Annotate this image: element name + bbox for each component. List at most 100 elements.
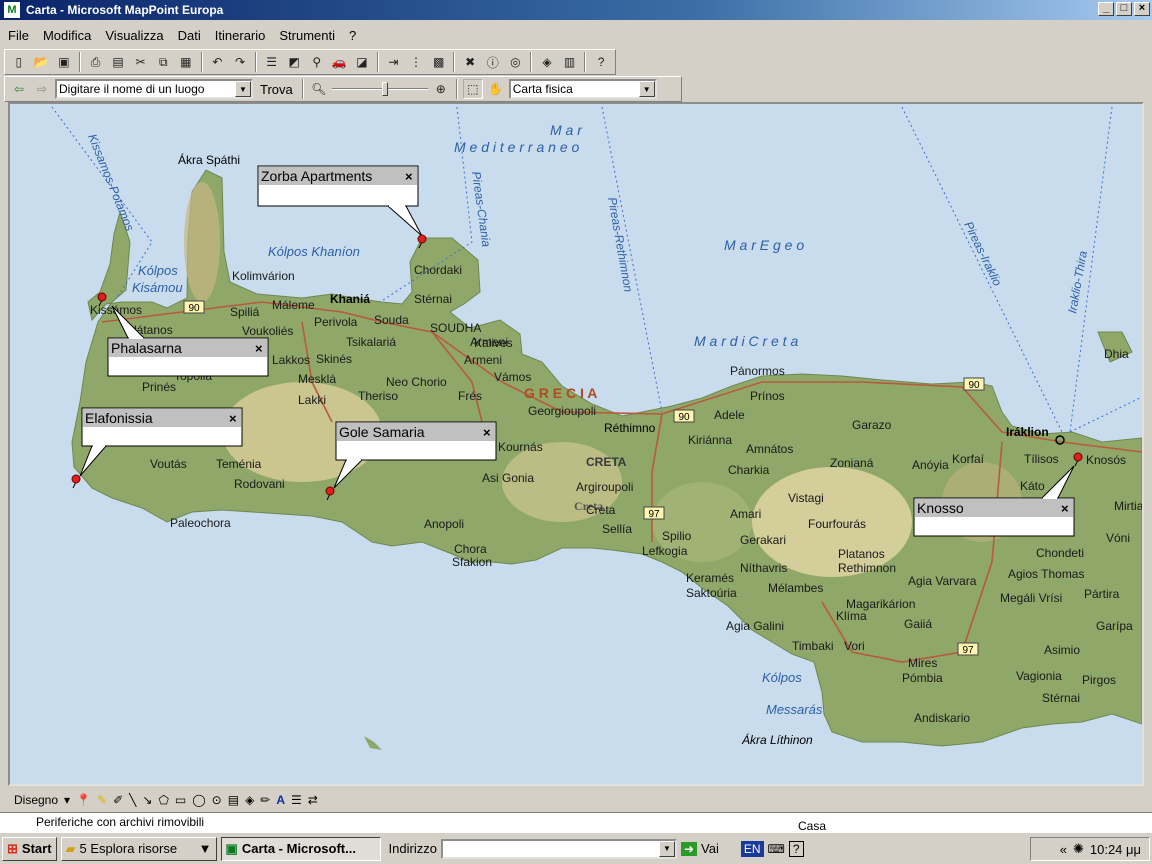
place-label: Pirgos: [1082, 673, 1116, 687]
zoom-slider[interactable]: [331, 82, 428, 96]
zoom-slider-thumb[interactable]: [381, 82, 388, 96]
menu-modifica[interactable]: Modifica: [43, 28, 91, 43]
map-style-combobox[interactable]: Carta fisica ▼: [508, 79, 657, 99]
textbox-icon[interactable]: ▤: [228, 793, 239, 807]
redo-icon[interactable]: ↷: [230, 52, 250, 72]
cut-icon[interactable]: ✂: [131, 52, 151, 72]
chevron-down-icon[interactable]: ▾: [64, 793, 70, 807]
go-arrow-icon[interactable]: ➜: [680, 841, 698, 856]
information-icon[interactable]: ⓘ: [483, 52, 503, 72]
arrow-icon[interactable]: ↘: [142, 793, 152, 807]
rectangle-icon[interactable]: ▭: [175, 793, 186, 807]
undo-icon[interactable]: ↶: [208, 52, 228, 72]
menu-file[interactable]: File: [8, 28, 29, 43]
paste-icon[interactable]: ▦: [176, 52, 196, 72]
place-name-combobox[interactable]: Digitare il nome di un luogo ▼: [55, 79, 253, 99]
menu-dati[interactable]: Dati: [178, 28, 201, 43]
line-style-icon[interactable]: ☰: [291, 793, 302, 807]
chevrons-left-icon[interactable]: «: [1060, 842, 1067, 857]
save-icon[interactable]: ▣: [54, 52, 74, 72]
menu-strumenti[interactable]: Strumenti: [279, 28, 335, 43]
taskbar-explorer-button[interactable]: ▰ 5 Esplora risorse ▼: [60, 836, 217, 861]
legend-icon[interactable]: ◩: [284, 52, 304, 72]
place-label: Timbaki: [792, 639, 834, 653]
chevron-down-icon[interactable]: ▼: [638, 81, 655, 97]
road-shield: 97: [962, 645, 974, 656]
explorer-item: Periferiche con archivi rimovibili: [36, 815, 205, 829]
menu-visualizza[interactable]: Visualizza: [105, 28, 163, 43]
print-icon[interactable]: ⎙: [86, 52, 106, 72]
map-view[interactable]: 90 90 90 97 97 M a r M e d i t e r r a n…: [8, 102, 1144, 786]
font-color-icon[interactable]: A: [276, 793, 285, 807]
pushpin-label: Phalasarna: [111, 340, 182, 356]
close-balloon-icon[interactable]: ×: [483, 425, 491, 440]
place-label: Teménia: [216, 457, 262, 471]
place-label: Kiriánna: [688, 433, 732, 447]
import-data-icon[interactable]: ⇥: [384, 52, 404, 72]
find-button[interactable]: Trova: [256, 82, 297, 97]
place-label: Neo Chorio: [386, 375, 447, 389]
menu-help[interactable]: ?: [349, 28, 356, 43]
drawing-menu[interactable]: Disegno: [14, 793, 58, 807]
line-icon[interactable]: ╲: [129, 793, 136, 807]
language-indicator[interactable]: EN: [740, 840, 764, 857]
map-overview-icon[interactable]: ◈: [537, 52, 557, 72]
city-label: Iráklion: [1006, 425, 1049, 439]
close-balloon-icon[interactable]: ×: [405, 169, 413, 184]
help-icon[interactable]: ?: [788, 840, 804, 857]
maximize-button[interactable]: □: [1116, 2, 1132, 16]
chevron-down-icon[interactable]: ▼: [658, 840, 675, 857]
address-combobox[interactable]: ▼: [440, 838, 677, 859]
territory-icon[interactable]: ◪: [352, 52, 372, 72]
route-planner-icon[interactable]: ☰: [262, 52, 282, 72]
zoom-in-icon[interactable]: ⊕: [431, 79, 451, 99]
forward-arrow-icon[interactable]: ⇨: [32, 79, 52, 99]
place-label: Pómbia: [902, 671, 943, 685]
new-icon[interactable]: ▯: [9, 52, 29, 72]
data-mapping-icon[interactable]: ⋮: [406, 52, 426, 72]
fill-color-icon[interactable]: ◈: [245, 793, 254, 807]
car-route-icon[interactable]: 🚗: [330, 52, 350, 72]
freeform-shape-icon[interactable]: ⬠: [158, 793, 168, 807]
minimize-button[interactable]: _: [1098, 2, 1114, 16]
radius-circle-icon[interactable]: ⊙: [212, 793, 222, 807]
go-button[interactable]: Vai: [701, 841, 719, 856]
link-data-icon[interactable]: ▩: [429, 52, 449, 72]
freeform-icon[interactable]: ✐: [113, 793, 123, 807]
layout-icon[interactable]: ▥: [560, 52, 580, 72]
close-balloon-icon[interactable]: ×: [255, 341, 263, 356]
gulf-label: Messarás: [766, 702, 823, 717]
arrow-style-icon[interactable]: ⇄: [308, 793, 318, 807]
print-preview-icon[interactable]: ▤: [108, 52, 128, 72]
highlighter-icon[interactable]: ✎: [97, 793, 107, 807]
keyboard-icon[interactable]: ⌨: [768, 842, 785, 856]
close-balloon-icon[interactable]: ×: [229, 411, 237, 426]
help-icon[interactable]: ?: [591, 52, 611, 72]
open-icon[interactable]: 📂: [32, 52, 52, 72]
chevron-down-icon[interactable]: ▼: [199, 841, 212, 856]
menu-itinerario[interactable]: Itinerario: [215, 28, 266, 43]
copy-icon[interactable]: ⧉: [153, 52, 173, 72]
place-name-input[interactable]: Digitare il nome di un luogo: [59, 82, 204, 96]
network-icon[interactable]: ✺: [1073, 841, 1084, 857]
pan-hand-icon[interactable]: ✋: [486, 79, 506, 99]
mappoint-app-icon: M: [4, 2, 20, 18]
back-arrow-icon[interactable]: ⇦: [9, 79, 29, 99]
place-label: Lefkogia: [642, 544, 688, 558]
place-label: Chondeti: [1036, 546, 1084, 560]
close-button[interactable]: ×: [1134, 2, 1150, 16]
taskbar-mappoint-button[interactable]: ▣ Carta - Microsoft...: [220, 836, 381, 861]
select-pointer-icon[interactable]: ⬚: [462, 79, 483, 99]
chevron-down-icon[interactable]: ▼: [235, 81, 251, 97]
pushpin-label: Zorba Apartments: [261, 168, 372, 184]
find-nearby-icon[interactable]: ⚲: [307, 52, 327, 72]
close-balloon-icon[interactable]: ×: [1061, 501, 1069, 516]
line-color-icon[interactable]: ✏: [260, 793, 270, 807]
find-data-icon[interactable]: ◎: [506, 52, 526, 72]
zoom-out-icon[interactable]: 🔍︎: [309, 79, 329, 99]
pushpin-tool-icon[interactable]: 📍: [76, 793, 91, 807]
delete-data-icon[interactable]: ✖: [460, 52, 480, 72]
clock: 10:24 μμ: [1089, 841, 1141, 857]
oval-icon[interactable]: ◯: [192, 793, 205, 807]
start-button[interactable]: ⊞ Start: [2, 836, 57, 861]
